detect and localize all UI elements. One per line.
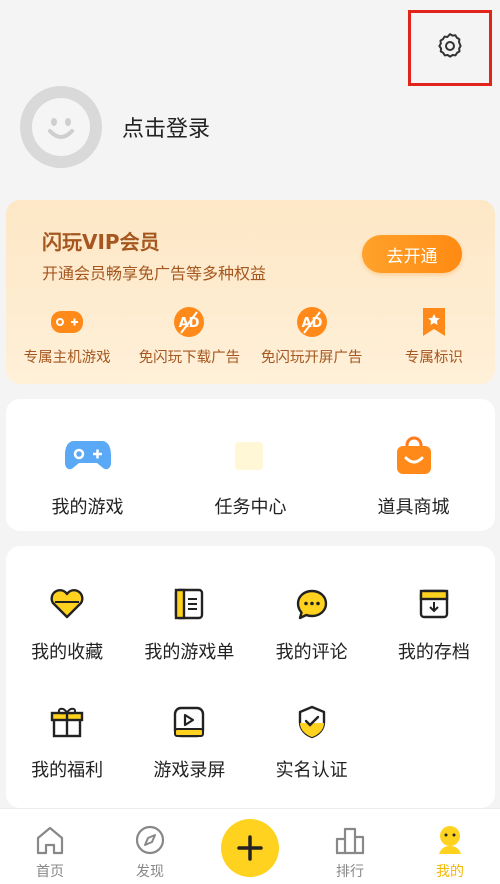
vip-subtitle: 开通会员畅享免广告等多种权益	[42, 264, 267, 283]
vip-perks: 专属主机游戏 AD 免闪玩下载广告 AD 免闪玩开屏广告 专属标识	[6, 304, 495, 367]
plus-icon	[221, 819, 279, 877]
vip-perk-exclusive-badge[interactable]: 专属标识	[373, 304, 495, 367]
tab-add[interactable]	[200, 809, 300, 884]
gear-icon	[435, 31, 465, 65]
real-name-verification-button[interactable]: 实名认证	[251, 704, 373, 782]
vip-perk-no-download-ads[interactable]: AD 免闪玩下载广告	[128, 304, 250, 367]
quick-links-card: 我的游戏 任务中心 道具商城	[6, 399, 495, 531]
my-favorites-button[interactable]: 我的收藏	[6, 586, 128, 664]
no-ad-icon: AD	[171, 304, 207, 340]
vip-perk-no-splash-ads[interactable]: AD 免闪玩开屏广告	[251, 304, 373, 367]
archive-icon	[416, 586, 452, 622]
tab-ranking[interactable]: 排行	[300, 809, 400, 884]
bottom-tab-bar: 首页 发现 排行 我的	[0, 808, 500, 884]
my-comments-button[interactable]: 我的评论	[251, 586, 373, 664]
my-saves-button[interactable]: 我的存档	[373, 586, 495, 664]
compass-icon	[133, 823, 167, 857]
settings-button[interactable]	[408, 10, 492, 86]
list-icon	[171, 586, 207, 622]
task-icon	[227, 435, 275, 477]
tab-mine[interactable]: 我的	[400, 809, 500, 884]
mine-icon	[433, 823, 467, 857]
vip-perk-console-games[interactable]: 专属主机游戏	[6, 304, 128, 367]
item-shop-button[interactable]: 道具商城	[332, 399, 495, 531]
vip-title: 闪玩VIP会员	[42, 230, 160, 254]
my-benefits-button[interactable]: 我的福利	[6, 704, 128, 782]
no-ad-icon: AD	[294, 304, 330, 340]
shield-check-icon	[294, 704, 330, 740]
feature-grid-card: 我的收藏 我的游戏单 我的评论 我的存档 我的福利 游戏录屏 实名认证	[6, 546, 495, 808]
task-center-button[interactable]: 任务中心	[169, 399, 332, 531]
shopping-bag-icon	[390, 435, 438, 477]
login-link[interactable]: 点击登录	[122, 111, 210, 143]
heart-icon	[49, 586, 85, 622]
comment-icon	[294, 586, 330, 622]
home-icon	[33, 823, 67, 857]
bookmark-star-icon	[416, 304, 452, 340]
avatar[interactable]	[20, 86, 102, 168]
gift-icon	[49, 704, 85, 740]
gamepad-icon	[64, 435, 112, 477]
record-icon	[171, 704, 207, 740]
game-recording-button[interactable]: 游戏录屏	[128, 704, 250, 782]
profile-header[interactable]: 点击登录	[20, 86, 210, 168]
my-games-button[interactable]: 我的游戏	[6, 399, 169, 531]
gamepad-icon	[49, 304, 85, 340]
tab-discover[interactable]: 发现	[100, 809, 200, 884]
ranking-icon	[333, 823, 367, 857]
my-game-list-button[interactable]: 我的游戏单	[128, 586, 250, 664]
vip-open-button[interactable]: 去开通	[362, 235, 462, 273]
tab-home[interactable]: 首页	[0, 809, 100, 884]
smiley-icon	[32, 98, 90, 156]
vip-banner[interactable]: 闪玩VIP会员 开通会员畅享免广告等多种权益 去开通 专属主机游戏 AD 免闪玩…	[6, 200, 495, 384]
